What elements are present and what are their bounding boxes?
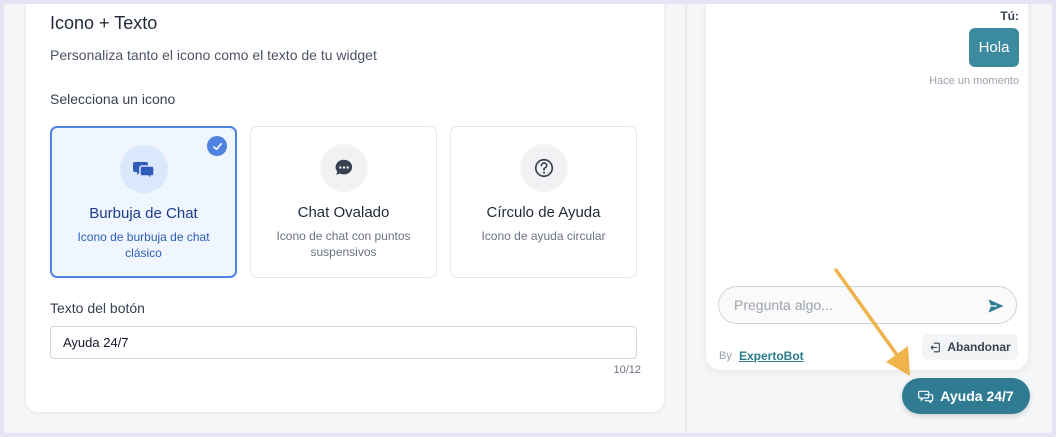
option-title: Chat Ovalado — [297, 204, 390, 221]
abandon-button[interactable]: Abandonar — [922, 334, 1018, 360]
button-text-input[interactable] — [50, 326, 637, 359]
selected-check-icon — [207, 136, 227, 156]
icon-option-help-circle[interactable]: Círculo de Ayuda Icono de ayuda circular — [450, 126, 637, 278]
send-icon[interactable] — [986, 296, 1006, 316]
pointer-arrow-icon — [834, 268, 910, 376]
option-description: Icono de burbuja de chat clásico — [77, 230, 210, 260]
brand-link[interactable]: ExpertoBot — [739, 349, 804, 363]
user-message-bubble: Hola — [969, 28, 1019, 67]
sender-label: Tú: — [1000, 9, 1019, 23]
exit-icon — [930, 342, 941, 352]
chat-widget-button[interactable]: Ayuda 24/7 — [902, 378, 1030, 414]
icon-option-chat-bubble[interactable]: Burbuja de Chat Icono de burbuja de chat… — [50, 126, 237, 278]
section-subtitle: Personaliza tanto el icono como el texto… — [50, 47, 377, 63]
message-timestamp: Hace un momento — [929, 75, 1019, 87]
oval-chat-icon — [319, 144, 368, 192]
chat-bubbles-icon — [918, 390, 934, 404]
option-title: Círculo de Ayuda — [486, 204, 601, 221]
option-description: Icono de ayuda circular — [481, 229, 606, 243]
abandon-label: Abandonar — [947, 340, 1011, 354]
widget-button-label: Ayuda 24/7 — [940, 388, 1014, 404]
icon-option-oval-chat[interactable]: Chat Ovalado Icono de chat con puntos su… — [250, 126, 437, 278]
section-title: Icono + Texto — [50, 13, 158, 33]
icon-text-settings-card: Icono + Texto Personaliza tanto el icono… — [26, 4, 664, 412]
button-text-label: Texto del botón — [50, 300, 145, 316]
select-icon-label: Selecciona un icono — [50, 91, 176, 107]
app-frame: Icono + Texto Personaliza tanto el icono… — [4, 4, 1052, 433]
character-counter: 10/12 — [613, 364, 641, 376]
panel-divider — [685, 4, 687, 433]
chat-bubbles-icon — [119, 145, 168, 193]
help-circle-icon — [519, 144, 568, 192]
option-title: Burbuja de Chat — [89, 205, 198, 222]
powered-by-label: By — [719, 350, 732, 362]
option-description: Icono de chat con puntos suspensivos — [276, 229, 411, 259]
